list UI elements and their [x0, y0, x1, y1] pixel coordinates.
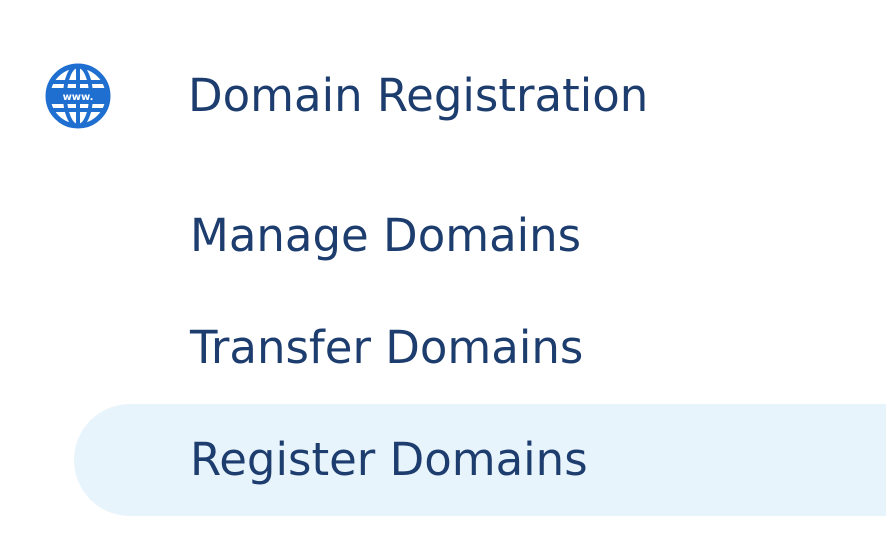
nav-item-manage-domains[interactable]: Manage Domains: [74, 180, 886, 292]
domain-registration-header[interactable]: www. Domain Registration: [40, 56, 800, 136]
nav-item-transfer-domains[interactable]: Transfer Domains: [74, 292, 886, 404]
domain-registration-nav: www. Domain Registration Manage Domains …: [0, 0, 886, 556]
globe-www-icon: www.: [45, 63, 111, 129]
nav-item-label: Register Domains: [190, 433, 588, 486]
section-title: Domain Registration: [188, 69, 649, 122]
nav-item-label: Manage Domains: [190, 209, 582, 262]
globe-www-text: www.: [63, 92, 94, 103]
nav-item-label: Transfer Domains: [190, 321, 584, 374]
nav-item-register-domains[interactable]: Register Domains: [74, 404, 886, 516]
